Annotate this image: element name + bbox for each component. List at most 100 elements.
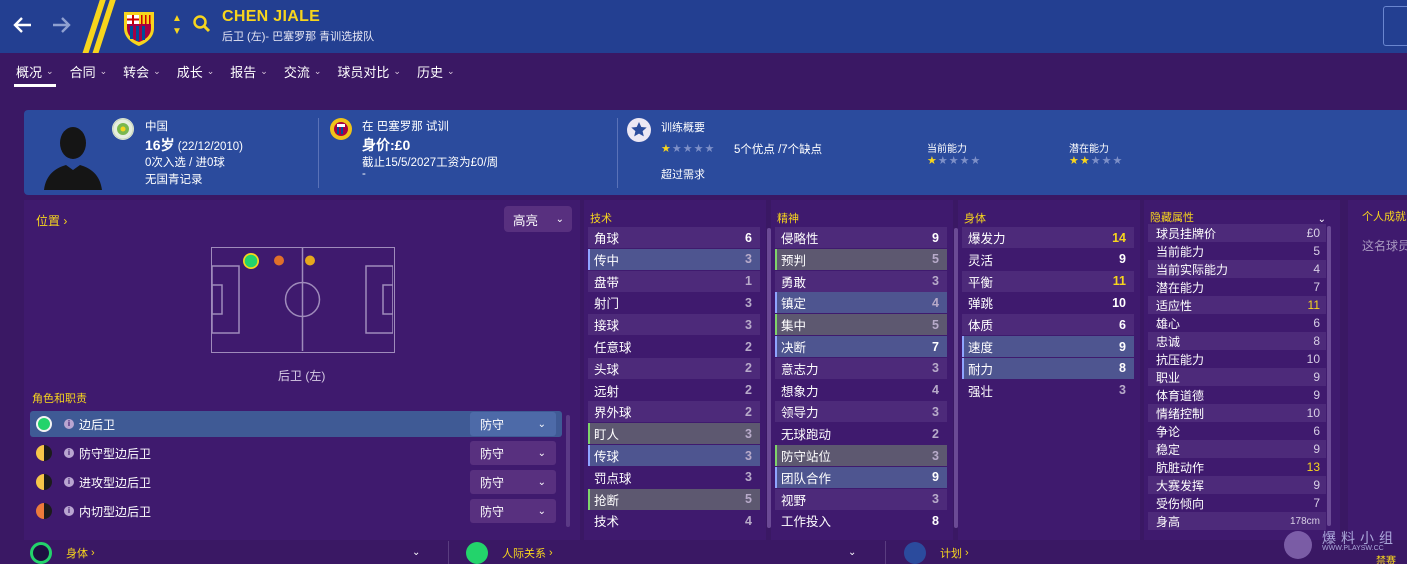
mental-attribute-row[interactable]: 团队合作 9	[775, 466, 947, 488]
duty-dropdown[interactable]: 防守 ⌄	[470, 499, 556, 523]
chevron-down-icon[interactable]: ▼	[170, 25, 184, 38]
mental-attribute-row[interactable]: 镇定 4	[775, 292, 947, 314]
hidden-scrollbar[interactable]	[1327, 226, 1331, 526]
mental-attribute-row[interactable]: 防守站位 3	[775, 445, 947, 466]
duty-dropdown[interactable]: 防守 ⌄	[470, 441, 556, 465]
duty-dropdown[interactable]: 防守 ⌄	[470, 470, 556, 494]
info-icon[interactable]: i	[64, 419, 74, 429]
club-status[interactable]: 在 巴塞罗那 试训	[362, 118, 449, 134]
technical-attribute-row[interactable]: 盘带 1	[588, 270, 760, 292]
hidden-attribute-row[interactable]: 潜在能力 7	[1148, 278, 1326, 296]
tab-compare[interactable]: 球员对比 ⌄	[329, 53, 409, 89]
physical-attribute-row[interactable]: 耐力 8	[962, 357, 1134, 379]
physical-attribute-row[interactable]: 爆发力 14	[962, 227, 1134, 248]
contract-info[interactable]: 截止15/5/2027工资为£0/周	[362, 154, 498, 170]
role-row[interactable]: i 进攻型边后卫 防守 ⌄	[30, 469, 562, 495]
hidden-attribute-row[interactable]: 当前能力 5	[1148, 242, 1326, 260]
tab-development[interactable]: 成长 ⌄	[169, 53, 223, 89]
technical-attribute-row[interactable]: 罚点球 3	[588, 467, 760, 488]
hidden-attribute-row[interactable]: 争论 6	[1148, 422, 1326, 440]
technical-attribute-row[interactable]: 抢断 5	[588, 488, 760, 510]
hidden-attribute-row[interactable]: 大赛发挥 9	[1148, 476, 1326, 494]
info-icon[interactable]: i	[64, 477, 74, 487]
technical-attribute-row[interactable]: 头球 2	[588, 357, 760, 379]
header-corner-button[interactable]	[1383, 6, 1407, 46]
hidden-attribute-row[interactable]: 体育道德 9	[1148, 386, 1326, 404]
technical-attribute-row[interactable]: 远射 2	[588, 380, 760, 401]
technical-attribute-row[interactable]: 角球 6	[588, 227, 760, 248]
search-icon[interactable]	[192, 13, 212, 35]
mental-attribute-row[interactable]: 集中 5	[775, 314, 947, 336]
training-summary-title[interactable]: 训练概要	[661, 119, 705, 135]
hidden-attribute-row[interactable]: 球员挂牌价 £0	[1148, 224, 1326, 242]
attribute-name: 团队合作	[781, 471, 832, 486]
tab-reports[interactable]: 报告 ⌄	[222, 53, 276, 89]
hidden-attribute-row[interactable]: 稳定 9	[1148, 440, 1326, 458]
nationality[interactable]: 中国	[145, 118, 168, 134]
technical-attribute-row[interactable]: 任意球 2	[588, 336, 760, 357]
club-crest-small-icon[interactable]	[330, 118, 352, 140]
mental-attribute-row[interactable]: 无球跑动 2	[775, 423, 947, 444]
china-flag-icon[interactable]	[112, 118, 134, 140]
duty-dropdown[interactable]: 防守 ⌄	[470, 412, 556, 436]
mental-attribute-row[interactable]: 视野 3	[775, 488, 947, 510]
back-button[interactable]	[8, 10, 38, 40]
info-icon[interactable]: i	[64, 506, 74, 516]
mental-attribute-row[interactable]: 侵略性 9	[775, 227, 947, 248]
tab-contract[interactable]: 合同 ⌄	[62, 53, 116, 89]
player-switch-arrows[interactable]: ▲ ▼	[170, 12, 184, 40]
chevron-down-icon[interactable]: ⌄	[848, 547, 856, 558]
physical-attribute-row[interactable]: 弹跳 10	[962, 292, 1134, 313]
physical-attribute-row[interactable]: 灵活 9	[962, 249, 1134, 270]
tab-history[interactable]: 历史 ⌄	[409, 53, 463, 89]
roles-scrollbar[interactable]	[566, 415, 570, 527]
role-row[interactable]: i 内切型边后卫 防守 ⌄	[30, 498, 562, 524]
hidden-attribute-row[interactable]: 忠诚 8	[1148, 332, 1326, 350]
technical-attribute-row[interactable]: 盯人 3	[588, 423, 760, 445]
role-row[interactable]: i 边后卫 防守 ⌄	[30, 411, 562, 437]
mental-attribute-row[interactable]: 决断 7	[775, 336, 947, 357]
tab-interaction[interactable]: 交流 ⌄	[276, 53, 330, 89]
physical-attribute-row[interactable]: 体质 6	[962, 314, 1134, 336]
info-icon[interactable]: i	[64, 448, 74, 458]
physical-section-header[interactable]: 身体 ›	[30, 541, 95, 564]
hidden-attribute-row[interactable]: 受伤倾向 7	[1148, 494, 1326, 512]
hidden-attribute-row[interactable]: 抗压能力 10	[1148, 350, 1326, 368]
mental-attribute-row[interactable]: 勇敢 3	[775, 270, 947, 292]
role-row[interactable]: i 防守型边后卫 防守 ⌄	[30, 440, 562, 466]
technical-attribute-row[interactable]: 传中 3	[588, 248, 760, 270]
club-crest-icon[interactable]	[120, 6, 158, 46]
technical-attribute-row[interactable]: 传球 3	[588, 445, 760, 466]
mental-attribute-row[interactable]: 工作投入 8	[775, 510, 947, 531]
position-pitch-diagram[interactable]	[211, 247, 395, 353]
mental-attribute-row[interactable]: 意志力 3	[775, 357, 947, 379]
hidden-attribute-row[interactable]: 雄心 6	[1148, 314, 1326, 332]
player-subtitle[interactable]: 后卫 (左)- 巴塞罗那 青训选拔队	[222, 28, 374, 44]
chevron-down-icon[interactable]: ⌄	[412, 547, 420, 558]
hidden-attribute-row[interactable]: 肮脏动作 13	[1148, 458, 1326, 476]
position-heading[interactable]: 位置 ›	[36, 212, 67, 229]
hidden-attribute-row[interactable]: 情绪控制 10	[1148, 404, 1326, 422]
technical-attribute-row[interactable]: 接球 3	[588, 314, 760, 336]
mental-attribute-row[interactable]: 预判 5	[775, 248, 947, 270]
youth-record: 无国青记录	[145, 174, 203, 186]
tab-transfer[interactable]: 转会 ⌄	[115, 53, 169, 89]
highlight-dropdown[interactable]: 高亮 ⌄	[504, 206, 572, 232]
chevron-up-icon[interactable]: ▲	[170, 12, 184, 25]
physical-attribute-row[interactable]: 强壮 3	[962, 380, 1134, 401]
mental-attribute-row[interactable]: 想象力 4	[775, 380, 947, 401]
physical-attribute-row[interactable]: 平衡 11	[962, 270, 1134, 292]
hidden-attribute-row[interactable]: 职业 9	[1148, 368, 1326, 386]
mental-attribute-row[interactable]: 领导力 3	[775, 401, 947, 423]
relations-section-header[interactable]: 人际关系 ›	[466, 541, 553, 564]
physical-attribute-row[interactable]: 速度 9	[962, 336, 1134, 357]
hidden-attribute-row[interactable]: 适应性 11	[1148, 296, 1326, 314]
tab-overview[interactable]: 概况 ⌄	[8, 53, 62, 89]
technical-attribute-row[interactable]: 界外球 2	[588, 401, 760, 423]
forward-button[interactable]	[46, 10, 76, 40]
technical-attribute-row[interactable]: 射门 3	[588, 292, 760, 313]
achievements-heading[interactable]: 个人成就	[1362, 208, 1406, 224]
technical-attribute-row[interactable]: 技术 4	[588, 510, 760, 531]
hidden-attribute-row[interactable]: 当前实际能力 4	[1148, 260, 1326, 278]
plan-section-header[interactable]: 计划 ›	[904, 541, 969, 564]
